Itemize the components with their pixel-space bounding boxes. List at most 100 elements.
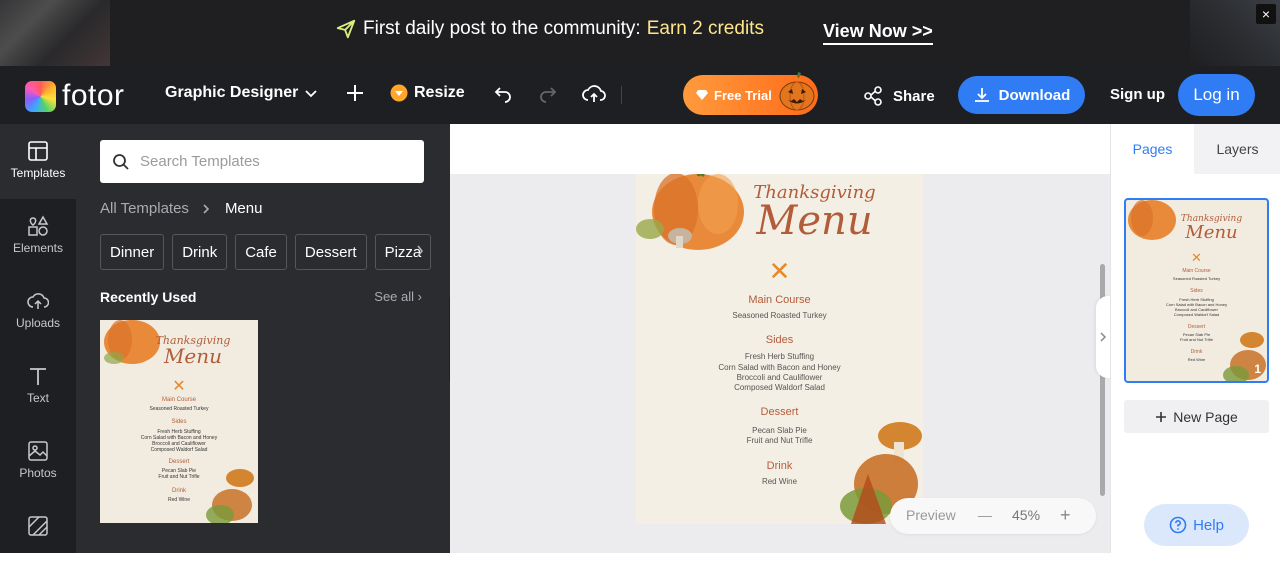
chip-cafe[interactable]: Cafe [235, 234, 287, 270]
page-thumb-side-4: Composed Waldorf Salad [1173, 312, 1220, 317]
close-banner-button[interactable]: × [1256, 4, 1276, 24]
sides-heading: Sides [765, 334, 794, 346]
redo-button[interactable] [538, 84, 558, 104]
page-thumb-drink: Drink [1190, 349, 1203, 355]
templates-icon [28, 141, 48, 161]
thumb-drink-1: Red Wine [168, 497, 190, 503]
recent-template-thumbnail[interactable]: Thanksgiving Menu ✕ Main Course Seasoned… [100, 320, 258, 523]
thumb-sides: Sides [171, 419, 187, 425]
diamond-icon [696, 90, 708, 100]
canvas-top-bar [450, 124, 1110, 174]
chips-scroll-right-icon[interactable] [416, 244, 424, 258]
share-label: Share [893, 87, 935, 105]
cloud-upload-icon [582, 85, 606, 102]
thumb-main-item: Seasoned Roasted Turkey [149, 406, 209, 412]
expand-right-panel-button[interactable] [1096, 296, 1110, 378]
dessert-heading: Dessert [760, 406, 799, 418]
chip-dessert[interactable]: Dessert [294, 234, 367, 270]
resize-button[interactable]: Resize [390, 84, 465, 102]
dessert-item-1: Pecan Slab Pie [752, 426, 807, 435]
page-thumb-dessert: Dessert [1187, 324, 1206, 330]
tab-pages[interactable]: Pages [1111, 124, 1194, 174]
chip-drink[interactable]: Drink [172, 234, 228, 270]
rail-item-text[interactable]: Text [0, 349, 76, 424]
free-trial-button[interactable]: Free Trial [683, 72, 818, 115]
fotor-logo[interactable]: fotor [25, 79, 125, 113]
side-item-1: Fresh Herb Stuffing [744, 352, 815, 361]
side-item-4: Composed Waldorf Salad [734, 383, 825, 392]
menu-title-big: Menu [756, 198, 873, 244]
undo-icon [494, 87, 511, 103]
top-toolbar: fotor Graphic Designer Resize Free Trial… [0, 66, 1280, 124]
promo-text: First daily post to the community: [363, 18, 641, 39]
preview-button[interactable]: Preview [906, 507, 956, 523]
search-input[interactable] [140, 153, 410, 170]
tab-layers[interactable]: Layers [1194, 124, 1280, 174]
share-button[interactable]: Share [863, 86, 935, 106]
chevron-right-icon: › [417, 289, 422, 304]
chevron-down-icon [305, 90, 318, 98]
add-button[interactable] [345, 83, 365, 103]
thumb-dessert-2: Fruit and Nut Trifle [158, 474, 200, 480]
view-now-link[interactable]: View Now >> [823, 21, 933, 45]
thumb-main-course: Main Course [161, 397, 196, 403]
photos-icon [28, 441, 48, 461]
rail-item-photos[interactable]: Photos [0, 424, 76, 499]
download-label: Download [998, 86, 1071, 104]
design-canvas: Thanksgiving Menu ✕ Main Course Seasoned… [450, 124, 1110, 553]
thumb-side-4: Composed Waldorf Salad [150, 447, 208, 453]
breadcrumb: All Templates Menu [100, 200, 262, 217]
rail-item-background[interactable] [0, 499, 76, 574]
see-all-label: See all [374, 289, 415, 304]
undo-button[interactable] [493, 84, 513, 104]
rail-label: Elements [12, 241, 64, 255]
pages-panel: Pages Layers Thanksgiving Menu ✕ Main Co… [1110, 124, 1280, 553]
see-all-link[interactable]: See all › [374, 289, 422, 304]
zoom-in-button[interactable]: + [1060, 505, 1071, 526]
chevron-right-icon [1100, 332, 1107, 342]
rail-label: Uploads [15, 316, 61, 330]
help-button[interactable]: Help [1144, 504, 1249, 546]
promo-highlight: Earn 2 credits [646, 18, 764, 39]
free-trial-label: Free Trial [714, 87, 772, 103]
fork-knife-icon: ✕ [768, 256, 791, 286]
page-thumb-sides: Sides [1190, 288, 1203, 294]
chevron-right-icon [203, 203, 210, 214]
rail-item-elements[interactable]: Elements [0, 199, 76, 274]
breadcrumb-all-templates[interactable]: All Templates [100, 200, 189, 217]
recently-used-title: Recently Used [100, 289, 197, 305]
new-page-button[interactable]: New Page [1124, 400, 1269, 433]
share-icon [864, 86, 882, 106]
toolbar-divider [621, 86, 622, 104]
log-in-button[interactable]: Log in [1178, 74, 1255, 116]
templates-panel: All Templates Menu Dinner Drink Cafe Des… [76, 124, 450, 553]
chip-dinner[interactable]: Dinner [100, 234, 165, 270]
drink-item-1: Red Wine [761, 477, 798, 486]
rail-item-uploads[interactable]: Uploads [0, 274, 76, 349]
promo-banner: First daily post to the community: Earn … [0, 0, 1280, 66]
page-number-badge: 1 [1254, 362, 1261, 376]
zoom-out-button[interactable]: — [978, 507, 992, 523]
rail-label: Photos [19, 466, 57, 480]
rail-item-templates[interactable]: Templates [0, 124, 76, 199]
search-box[interactable] [100, 140, 424, 183]
thumb-dessert: Dessert [168, 459, 190, 465]
sign-up-link[interactable]: Sign up [1110, 86, 1165, 103]
help-label: Help [1193, 516, 1224, 534]
help-icon [1169, 516, 1187, 534]
logo-icon [25, 80, 56, 112]
page-thumbnail[interactable]: Thanksgiving Menu ✕ Main Course Seasoned… [1124, 198, 1269, 383]
thumb-title-big: Menu [163, 344, 223, 368]
search-icon [113, 153, 129, 170]
plus-icon [347, 85, 363, 101]
main-course-item: Seasoned Roasted Turkey [732, 311, 827, 320]
download-button[interactable]: Download [958, 76, 1085, 114]
drink-heading: Drink [766, 460, 793, 472]
menu-design-card[interactable]: Thanksgiving Menu ✕ Main Course Seasoned… [636, 174, 923, 524]
right-panel-tabs: Pages Layers [1111, 124, 1280, 174]
cloud-save-button[interactable] [582, 84, 606, 104]
mode-label: Graphic Designer [165, 84, 299, 101]
resize-icon [390, 84, 408, 102]
mode-dropdown[interactable]: Graphic Designer [165, 84, 318, 102]
side-item-2: Corn Salad with Bacon and Honey [718, 363, 841, 372]
